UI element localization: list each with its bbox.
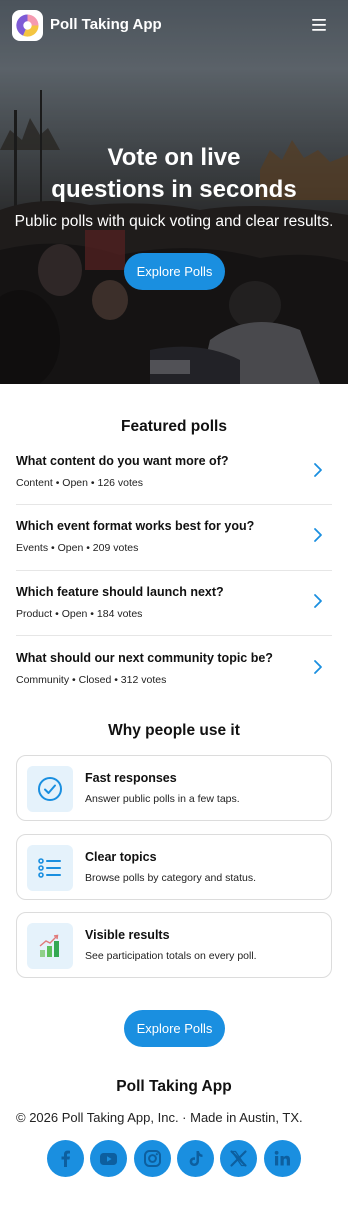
poll-meta: Community • Closed • 312 votes [16,674,167,686]
app-title[interactable]: Poll Taking App [50,16,162,33]
poll-meta: Content • Open • 126 votes [16,477,144,489]
chevron-right-icon [314,594,322,608]
list-icon [38,858,61,878]
feature-card-title: Clear topics [85,850,157,864]
hero-section: Poll Taking App Vote on live questions i… [0,0,348,384]
hero-explore-polls-button[interactable]: Explore Polls [124,253,225,290]
check-circle-icon [38,777,62,801]
poll-question: What should our next community topic be? [16,651,273,665]
feature-card-description: Browse polls by category and status. [85,872,257,884]
divider [16,570,332,571]
poll-item-content[interactable]: What content do you want more of? Conten… [16,454,332,519]
bar-chart-icon [39,934,59,957]
hero-title: Vote on live questions in seconds [0,142,348,206]
icon-box [27,766,73,812]
feature-card-title: Fast responses [85,771,177,785]
featured-polls-heading: Featured polls [121,418,227,435]
poll-item-product[interactable]: Which feature should launch next? Produc… [16,585,332,650]
feature-card-description: Answer public polls in a few taps. [85,793,240,805]
chevron-right-icon [314,660,322,674]
copyright-text: © 2026 Poll Taking App, Inc. · Made in A… [16,1110,303,1125]
chevron-right-icon [314,463,322,477]
top-navigation-bar: Poll Taking App [0,0,348,52]
linkedin-icon[interactable] [264,1140,301,1177]
divider [16,635,332,636]
poll-item-community[interactable]: What should our next community topic be?… [16,651,332,716]
feature-card-description: See participation totals on every poll. [85,950,257,962]
poll-question: Which event format works best for you? [16,519,255,533]
youtube-icon[interactable] [90,1140,127,1177]
x-icon[interactable] [220,1140,257,1177]
icon-box [27,923,73,969]
why-people-use-it-heading: Why people use it [108,722,240,739]
facebook-icon[interactable] [47,1140,84,1177]
poll-meta: Events • Open • 209 votes [16,542,139,554]
icon-box [27,845,73,891]
feature-card-title: Visible results [85,928,170,942]
poll-question: What content do you want more of? [16,454,229,468]
feature-card-visible-results: Visible results See participation totals… [16,912,332,978]
instagram-icon[interactable] [134,1140,171,1177]
hero-title-line1: Vote on live [107,144,241,171]
hero-title-line2: questions in seconds [51,176,297,203]
poll-item-events[interactable]: Which event format works best for you? E… [16,519,332,584]
hamburger-menu-icon[interactable] [306,14,330,36]
chevron-right-icon [314,528,322,542]
poll-question: Which feature should launch next? [16,585,224,599]
poll-meta: Product • Open • 184 votes [16,608,143,620]
app-logo-icon[interactable] [12,10,43,41]
feature-card-fast-responses: Fast responses Answer public polls in a … [16,755,332,821]
footer-explore-polls-button[interactable]: Explore Polls [124,1010,225,1047]
footer-app-name: Poll Taking App [116,1078,232,1095]
feature-card-clear-topics: Clear topics Browse polls by category an… [16,834,332,900]
hero-subtitle: Public polls with quick voting and clear… [14,213,334,230]
divider [16,504,332,505]
tiktok-icon[interactable] [177,1140,214,1177]
